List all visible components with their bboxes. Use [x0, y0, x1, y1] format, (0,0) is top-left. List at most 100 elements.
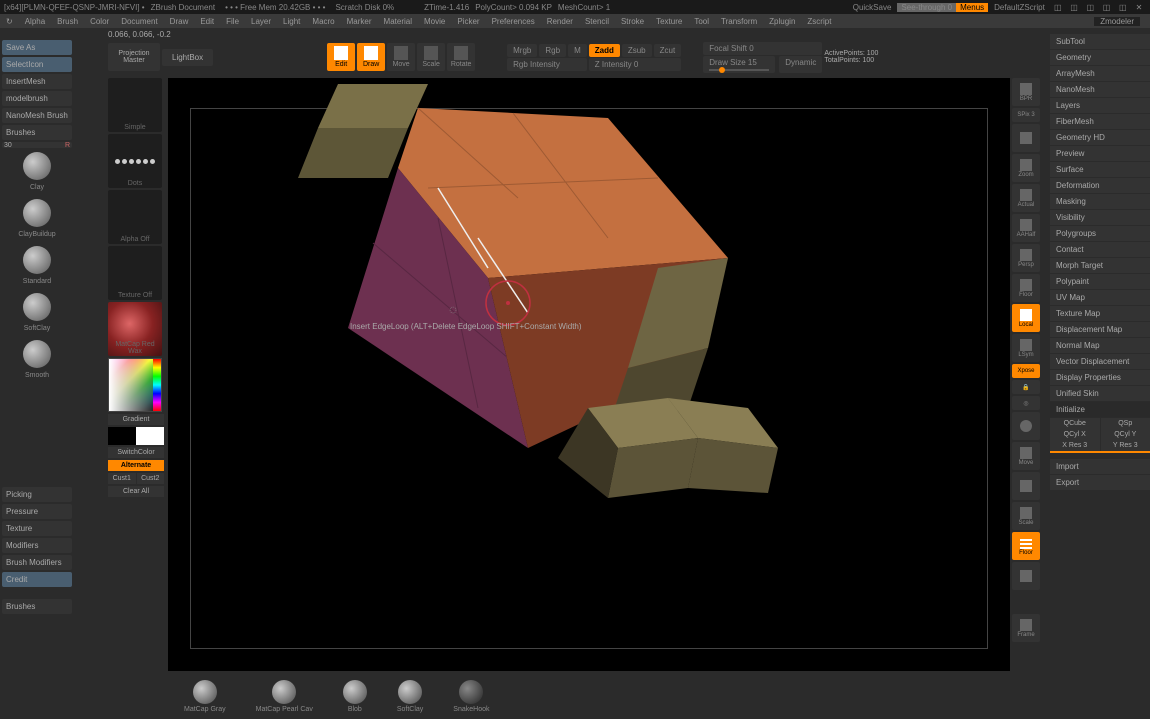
- simple-brush-thumb[interactable]: Simple: [108, 78, 162, 132]
- move-button[interactable]: Move: [1012, 442, 1040, 470]
- save-as-button[interactable]: Save As: [2, 40, 72, 55]
- brushes-store[interactable]: Brushes: [2, 599, 72, 614]
- import-button[interactable]: Import: [1050, 459, 1150, 474]
- dock-matcap-pearl[interactable]: MatCap Pearl Cav: [256, 680, 313, 713]
- grid-button[interactable]: Floor: [1012, 532, 1040, 560]
- panel-unifiedskin[interactable]: Unified Skin: [1050, 386, 1150, 401]
- z-intensity-slider[interactable]: Z Intensity 0: [589, 58, 681, 71]
- panel-subtool[interactable]: SubTool: [1050, 34, 1150, 49]
- refresh-icon[interactable]: ↻: [6, 17, 13, 26]
- bpr-button[interactable]: BPR: [1012, 78, 1040, 106]
- panel-fibermesh[interactable]: FiberMesh: [1050, 114, 1150, 129]
- default-script[interactable]: DefaultZScript: [988, 3, 1051, 12]
- menu-picker[interactable]: Picker: [451, 17, 485, 26]
- move-mode-button[interactable]: Move: [387, 43, 415, 71]
- panel-normalmap[interactable]: Normal Map: [1050, 338, 1150, 353]
- color-picker[interactable]: [108, 358, 162, 412]
- panel-vectordisp[interactable]: Vector Displacement: [1050, 354, 1150, 369]
- lock-button[interactable]: 🔒: [1012, 380, 1040, 394]
- dock-matcap-gray[interactable]: MatCap Gray: [184, 680, 226, 713]
- brush-softclay[interactable]: [23, 293, 51, 321]
- panel-geometryhd[interactable]: Geometry HD: [1050, 130, 1150, 145]
- rgb-button[interactable]: Rgb: [539, 44, 566, 57]
- rotate-mode-button[interactable]: Rotate: [447, 43, 475, 71]
- cust1-button[interactable]: Cust1: [108, 473, 136, 484]
- menu-stencil[interactable]: Stencil: [579, 17, 615, 26]
- menu-texture[interactable]: Texture: [650, 17, 688, 26]
- menu-color[interactable]: Color: [84, 17, 115, 26]
- brush-claybuildup[interactable]: [23, 199, 51, 227]
- panel-preview[interactable]: Preview: [1050, 146, 1150, 161]
- layout-icon[interactable]: ◫: [1085, 3, 1095, 12]
- scroll-button[interactable]: [1012, 124, 1040, 152]
- dock-softclay[interactable]: SoftClay: [397, 680, 423, 713]
- m-button[interactable]: M: [568, 44, 587, 57]
- menu-transform[interactable]: Transform: [715, 17, 763, 26]
- texture-menu[interactable]: Texture: [2, 521, 72, 536]
- panel-visibility[interactable]: Visibility: [1050, 210, 1150, 225]
- credit-button[interactable]: Credit: [2, 572, 72, 587]
- transp-button[interactable]: [1012, 562, 1040, 590]
- rotate-button[interactable]: [1012, 412, 1040, 440]
- dynamic-toggle[interactable]: Dynamic: [779, 56, 822, 73]
- menu-file[interactable]: File: [220, 17, 245, 26]
- menu-marker[interactable]: Marker: [341, 17, 378, 26]
- alternate-button[interactable]: Alternate: [108, 460, 164, 471]
- modifiers-menu[interactable]: Modifiers: [2, 538, 72, 553]
- xyz-button[interactable]: Xpose: [1012, 364, 1040, 378]
- zsub-button[interactable]: Zsub: [622, 44, 652, 57]
- panel-masking[interactable]: Masking: [1050, 194, 1150, 209]
- local-button[interactable]: Local: [1012, 304, 1040, 332]
- panel-initialize[interactable]: Initialize: [1050, 402, 1150, 417]
- brush-clay[interactable]: [23, 152, 51, 180]
- select-icon-button[interactable]: SelectIcon: [2, 57, 72, 72]
- persp-button[interactable]: Persp: [1012, 244, 1040, 272]
- brush-smooth[interactable]: [23, 340, 51, 368]
- layout-icon[interactable]: ◫: [1069, 3, 1079, 12]
- spix-slider[interactable]: SPix 3: [1012, 108, 1040, 122]
- projection-master-button[interactable]: Projection Master: [108, 43, 160, 71]
- zadd-button[interactable]: Zadd: [589, 44, 620, 57]
- menu-preferences[interactable]: Preferences: [486, 17, 541, 26]
- scale-button[interactable]: Scale: [1012, 502, 1040, 530]
- menu-macro[interactable]: Macro: [306, 17, 340, 26]
- panel-morphtarget[interactable]: Morph Target: [1050, 258, 1150, 273]
- rgb-intensity-slider[interactable]: Rgb Intensity: [507, 58, 587, 71]
- panel-arraymesh[interactable]: ArrayMesh: [1050, 66, 1150, 81]
- menus-toggle[interactable]: Menus: [956, 3, 988, 12]
- zcut-button[interactable]: Zcut: [654, 44, 682, 57]
- clear-all-button[interactable]: Clear All: [108, 486, 164, 497]
- zoom-button[interactable]: Zoom: [1012, 154, 1040, 182]
- panel-displacementmap[interactable]: Displacement Map: [1050, 322, 1150, 337]
- draw-size-slider[interactable]: Draw Size 15: [703, 56, 775, 73]
- menu-draw[interactable]: Draw: [164, 17, 195, 26]
- panel-geometry[interactable]: Geometry: [1050, 50, 1150, 65]
- xres-slider[interactable]: X Res 3: [1050, 440, 1100, 451]
- panel-layers[interactable]: Layers: [1050, 98, 1150, 113]
- zoom3d-button[interactable]: [1012, 472, 1040, 500]
- qcyly-button[interactable]: QCyl Y: [1101, 429, 1150, 440]
- menu-stroke[interactable]: Stroke: [615, 17, 650, 26]
- menu-brush[interactable]: Brush: [51, 17, 84, 26]
- menu-layer[interactable]: Layer: [245, 17, 277, 26]
- panel-polygroups[interactable]: Polygroups: [1050, 226, 1150, 241]
- gradient-toggle[interactable]: Gradient: [108, 414, 164, 425]
- floor-button[interactable]: Floor: [1012, 274, 1040, 302]
- lightbox-button[interactable]: LightBox: [162, 49, 213, 66]
- menu-light[interactable]: Light: [277, 17, 306, 26]
- mrgb-button[interactable]: Mrgb: [507, 44, 537, 57]
- scale-mode-button[interactable]: Scale: [417, 43, 445, 71]
- brush-standard[interactable]: [23, 246, 51, 274]
- aahalf-button[interactable]: AAHalf: [1012, 214, 1040, 242]
- quicksave-button[interactable]: QuickSave: [847, 3, 898, 12]
- menu-alpha[interactable]: Alpha: [19, 17, 51, 26]
- yres-slider[interactable]: Y Res 3: [1101, 440, 1150, 451]
- cust2-button[interactable]: Cust2: [137, 473, 165, 484]
- qsphere-button[interactable]: QSp: [1101, 418, 1150, 429]
- menu-material[interactable]: Material: [378, 17, 418, 26]
- brush-modifiers-menu[interactable]: Brush Modifiers: [2, 555, 72, 570]
- close-icon[interactable]: ✕: [1134, 3, 1144, 12]
- nanomesh-brush-menu[interactable]: NanoMesh Brush: [2, 108, 72, 123]
- export-button[interactable]: Export: [1050, 475, 1150, 490]
- brush-slider[interactable]: 30R: [2, 142, 72, 148]
